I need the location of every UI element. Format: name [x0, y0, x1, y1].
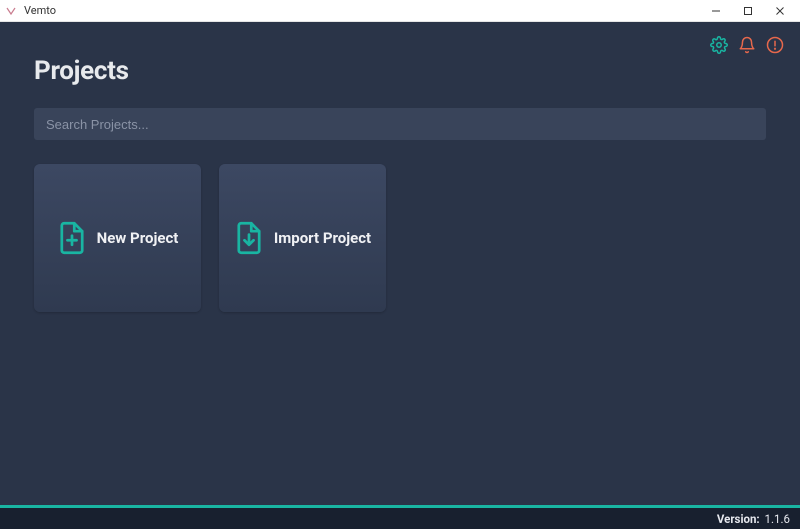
- new-project-card[interactable]: New Project: [34, 164, 201, 312]
- version-bar: Version: 1.1.6: [0, 508, 800, 529]
- bell-icon[interactable]: [738, 36, 756, 54]
- file-download-icon: [234, 220, 264, 256]
- import-project-card[interactable]: Import Project: [219, 164, 386, 312]
- app-body: Projects New Project: [0, 22, 800, 529]
- titlebar: Vemto: [0, 0, 800, 22]
- window-controls: [700, 1, 796, 21]
- file-plus-icon: [57, 220, 87, 256]
- card-label: Import Project: [274, 229, 371, 247]
- project-cards: New Project Import Proj: [34, 164, 766, 312]
- version-label: Version:: [717, 512, 760, 526]
- app-icon: [4, 4, 18, 18]
- page-title: Projects: [34, 56, 766, 86]
- minimize-button[interactable]: [700, 1, 732, 21]
- card-content: New Project: [57, 220, 179, 256]
- maximize-button[interactable]: [732, 1, 764, 21]
- version-value: 1.1.6: [765, 512, 790, 526]
- close-button[interactable]: [764, 1, 796, 21]
- gear-icon[interactable]: [710, 36, 728, 54]
- card-content: Import Project: [234, 220, 371, 256]
- page: Projects New Project: [0, 22, 800, 505]
- card-label: New Project: [97, 229, 179, 247]
- app-window: Vemto Projects: [0, 0, 800, 529]
- alert-icon[interactable]: [766, 36, 784, 54]
- search-input[interactable]: [34, 108, 766, 140]
- window-title: Vemto: [24, 4, 700, 17]
- topbar-actions: [710, 36, 784, 54]
